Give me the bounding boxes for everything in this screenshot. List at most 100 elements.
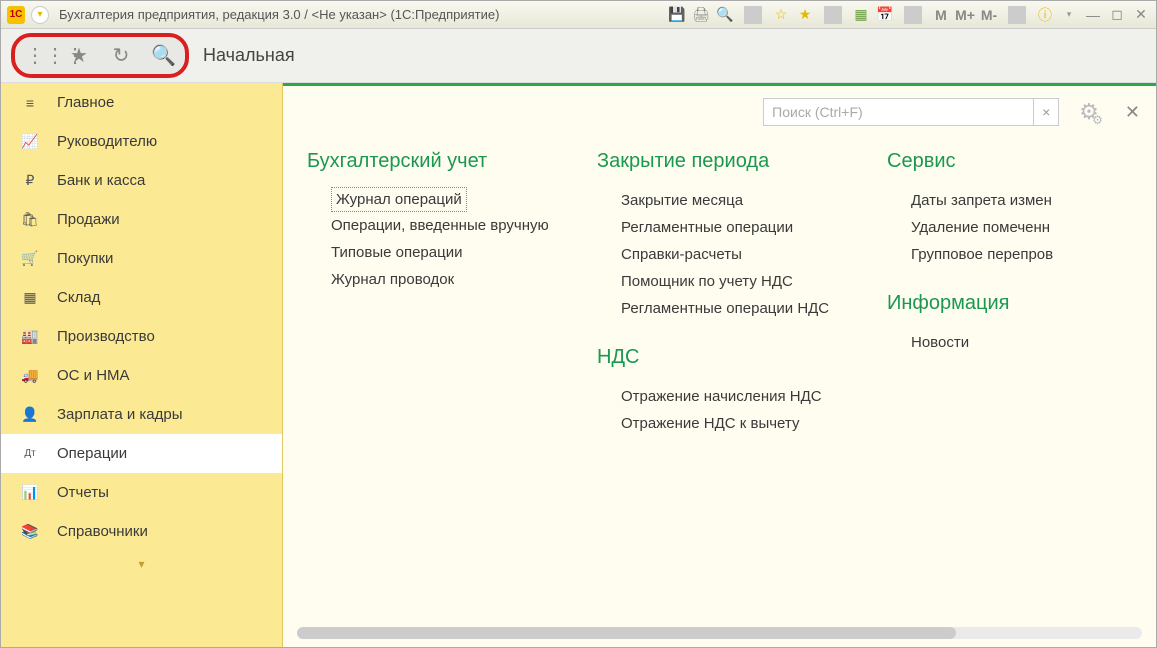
separator [824, 6, 842, 24]
link-scheduled-vat[interactable]: Регламентные операции НДС [597, 295, 847, 322]
person-icon: 👤 [21, 406, 39, 423]
bag-icon: 🛍 [21, 211, 39, 228]
link-news[interactable]: Новости [887, 329, 1077, 356]
link-delete-marked[interactable]: Удаление помеченн [887, 214, 1077, 241]
group-title: Закрытие периода [597, 150, 847, 173]
sidebar-item-label: Покупки [57, 250, 113, 267]
info-dropdown-icon[interactable]: ▾ [1060, 6, 1078, 24]
sidebar-item-production[interactable]: 🏭 Производство [1, 317, 282, 356]
main-area: ≡ Главное 📈 Руководителю ₽ Банк и касса … [1, 83, 1156, 647]
sidebar-item-bank[interactable]: ₽ Банк и касса [1, 161, 282, 200]
memory-m-button[interactable]: M [932, 6, 950, 24]
separator [904, 6, 922, 24]
top-toolbar: ⋮⋮⋮ ★ ↻ 🔍 Начальная [1, 29, 1156, 83]
titlebar-tools: 💾 🖨 🔍 ☆ ★ ▦ 📅 M M+ M- ⓘ ▾ — ◻ ✕ [668, 6, 1150, 24]
calendar-icon[interactable]: 📅 [876, 6, 894, 24]
apps-grid-icon[interactable]: ⋮⋮⋮ [25, 43, 49, 68]
panel-body: Бухгалтерский учет Журнал операций Опера… [283, 134, 1156, 647]
link-typical-operations[interactable]: Типовые операции [307, 239, 557, 266]
group-title: Бухгалтерский учет [307, 150, 557, 173]
sidebar-item-sales[interactable]: 🛍 Продажи [1, 200, 282, 239]
link-reference-calcs[interactable]: Справки-расчеты [597, 241, 847, 268]
sidebar-item-label: Главное [57, 94, 114, 111]
sidebar-item-manager[interactable]: 📈 Руководителю [1, 122, 282, 161]
link-vat-deduction[interactable]: Отражение НДС к вычету [597, 410, 847, 437]
menu-icon: ≡ [21, 95, 39, 111]
window-title: Бухгалтерия предприятия, редакция 3.0 / … [59, 7, 499, 22]
group-title: Сервис [887, 150, 1077, 173]
title-bar: 1C ▾ Бухгалтерия предприятия, редакция 3… [1, 1, 1156, 29]
link-journal-postings[interactable]: Журнал проводок [307, 266, 557, 293]
sidebar-item-label: Производство [57, 328, 155, 345]
gear-icon[interactable]: ⚙⚙ [1079, 99, 1099, 125]
star-icon[interactable]: ★ [67, 43, 91, 68]
sidebar-item-label: ОС и НМА [57, 367, 130, 384]
favorite-icon[interactable]: ★ [796, 6, 814, 24]
sidebar-item-refs[interactable]: 📚 Справочники [1, 512, 282, 551]
sidebar-item-label: Зарплата и кадры [57, 406, 183, 423]
sidebar-item-reports[interactable]: 📊 Отчеты [1, 473, 282, 512]
sidebar-item-warehouse[interactable]: ▦ Склад [1, 278, 282, 317]
chart-icon: 📈 [21, 133, 39, 150]
sidebar-item-label: Отчеты [57, 484, 109, 501]
maximize-icon[interactable]: ◻ [1108, 6, 1126, 24]
minimize-icon[interactable]: — [1084, 6, 1102, 24]
info-icon[interactable]: ⓘ [1036, 6, 1054, 24]
memory-mplus-button[interactable]: M+ [956, 6, 974, 24]
search-clear-button[interactable]: × [1033, 98, 1059, 126]
link-vat-accrual[interactable]: Отражение начисления НДС [597, 383, 847, 410]
search-input[interactable] [763, 98, 1033, 126]
link-group-repost[interactable]: Групповое перепров [887, 241, 1077, 268]
save-icon[interactable]: 💾 [668, 6, 686, 24]
panel-close-icon[interactable]: ✕ [1125, 102, 1140, 123]
sidebar-item-main[interactable]: ≡ Главное [1, 83, 282, 122]
group-title: НДС [597, 346, 847, 369]
sidebar-item-label: Руководителю [57, 133, 157, 150]
group-accounting: Бухгалтерский учет Журнал операций Опера… [307, 150, 557, 647]
separator [1008, 6, 1026, 24]
sidebar-item-label: Склад [57, 289, 100, 306]
sidebar-item-label: Продажи [57, 211, 120, 228]
link-close-month[interactable]: Закрытие месяца [597, 187, 847, 214]
preview-icon[interactable]: 🔍 [716, 6, 734, 24]
app-menu-dropdown[interactable]: ▾ [31, 6, 49, 24]
sidebar-item-hr[interactable]: 👤 Зарплата и кадры [1, 395, 282, 434]
content-panel: × ⚙⚙ ✕ Бухгалтерский учет Журнал операци… [283, 83, 1156, 647]
sidebar-item-label: Справочники [57, 523, 148, 540]
link-journal-operations[interactable]: Журнал операций [331, 187, 467, 212]
horizontal-scrollbar[interactable] [297, 627, 1142, 639]
search-icon[interactable]: 🔍 [151, 43, 175, 68]
calculator-icon[interactable]: ▦ [852, 6, 870, 24]
group-title: Информация [887, 292, 1077, 315]
link-lock-dates[interactable]: Даты запрета измен [887, 187, 1077, 214]
link-vat-assistant[interactable]: Помощник по учету НДС [597, 268, 847, 295]
tool-highlight-box: ⋮⋮⋮ ★ ↻ 🔍 [11, 33, 189, 78]
link-scheduled-ops[interactable]: Регламентные операции [597, 214, 847, 241]
close-icon[interactable]: ✕ [1132, 6, 1150, 24]
scrollbar-thumb[interactable] [297, 627, 956, 639]
favorite-add-icon[interactable]: ☆ [772, 6, 790, 24]
panel-toolbar: × ⚙⚙ ✕ [283, 86, 1156, 134]
app-logo: 1C [7, 6, 25, 24]
history-icon[interactable]: ↻ [109, 43, 133, 68]
sidebar-expand[interactable]: ▾ [1, 551, 282, 577]
sidebar-item-operations[interactable]: Дт Операции [1, 434, 282, 473]
cart-icon: 🛒 [21, 250, 39, 267]
sidebar: ≡ Главное 📈 Руководителю ₽ Банк и касса … [1, 83, 283, 647]
group-period-close: Закрытие периода Закрытие месяца Регламе… [597, 150, 847, 647]
sidebar-item-label: Банк и касса [57, 172, 145, 189]
boxes-icon: ▦ [21, 289, 39, 306]
sidebar-item-purchases[interactable]: 🛒 Покупки [1, 239, 282, 278]
factory-icon: 🏭 [21, 328, 39, 345]
group-service: Сервис Даты запрета измен Удаление помеч… [887, 150, 1077, 647]
print-icon[interactable]: 🖨 [692, 6, 710, 24]
books-icon: 📚 [21, 523, 39, 540]
dtkt-icon: Дт [21, 448, 39, 459]
tab-start[interactable]: Начальная [203, 45, 295, 66]
ruble-icon: ₽ [21, 172, 39, 189]
sidebar-item-label: Операции [57, 445, 127, 462]
search-wrap: × [763, 98, 1059, 126]
memory-mminus-button[interactable]: M- [980, 6, 998, 24]
sidebar-item-assets[interactable]: 🚚 ОС и НМА [1, 356, 282, 395]
link-manual-operations[interactable]: Операции, введенные вручную [307, 212, 557, 239]
